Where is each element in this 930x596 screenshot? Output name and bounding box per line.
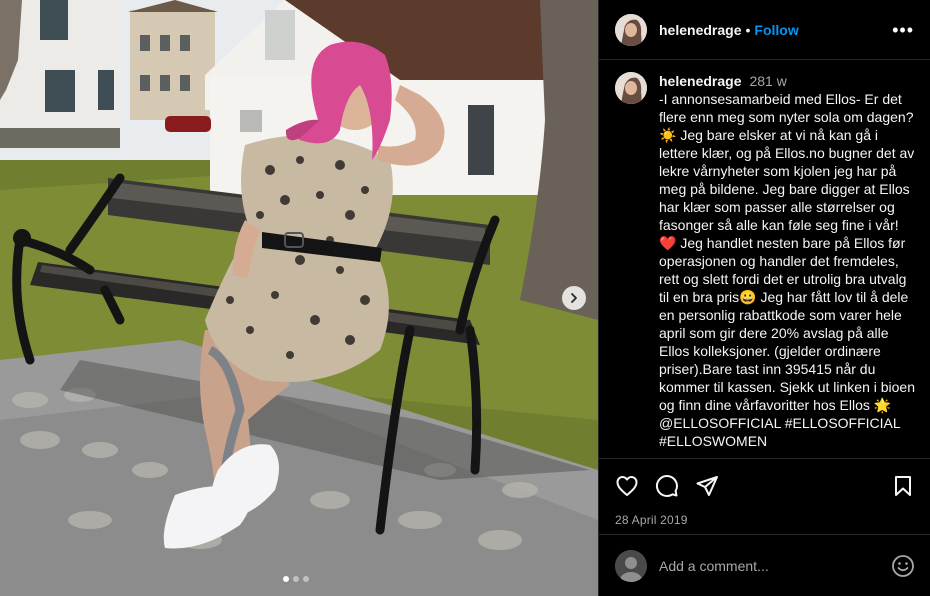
comment-icon[interactable] — [655, 474, 679, 498]
comment-input[interactable] — [659, 557, 891, 574]
chevron-right-icon — [571, 293, 577, 303]
carousel-dot — [293, 576, 299, 582]
post-date: 28 April 2019 — [615, 513, 688, 527]
post-photo[interactable] — [0, 0, 598, 596]
caption-avatar[interactable] — [615, 72, 647, 104]
profile-picture — [615, 13, 647, 46]
post-actions: 28 April 2019 — [599, 458, 930, 527]
profile-picture — [615, 72, 647, 104]
avatar[interactable] — [615, 13, 647, 46]
action-row — [615, 473, 915, 499]
bookmark-icon[interactable] — [891, 474, 915, 498]
separator-dot: • — [745, 21, 751, 38]
header-username[interactable]: helenedrage — [659, 22, 741, 38]
comment-bar — [599, 534, 930, 596]
carousel-dot — [303, 576, 309, 582]
follow-button[interactable]: Follow — [754, 22, 798, 38]
post-age: 281 w — [749, 73, 787, 89]
caption-head: helenedrage 281 w — [659, 72, 915, 90]
share-icon[interactable] — [695, 474, 719, 498]
caption-container: helenedrage 281 w -I annonsesamarbeid me… — [599, 61, 930, 457]
heart-icon[interactable] — [615, 474, 639, 498]
carousel-next-button[interactable] — [562, 286, 586, 310]
profile-picture — [615, 549, 647, 582]
carousel-indicator — [283, 576, 309, 582]
current-user-avatar — [615, 549, 647, 582]
more-options-icon[interactable]: ••• — [892, 21, 914, 39]
post-sidebar: helenedrage • Follow ••• helenedrage 281… — [598, 0, 930, 596]
caption-body: helenedrage 281 w -I annonsesamarbeid me… — [659, 72, 915, 457]
emoji-icon[interactable] — [891, 554, 915, 578]
photo-scene — [0, 0, 598, 596]
post-header: helenedrage • Follow ••• — [599, 0, 930, 60]
carousel-dot-active — [283, 576, 289, 582]
caption-text: -I annonsesamarbeid med Ellos- Er det fl… — [659, 91, 919, 449]
caption-username[interactable]: helenedrage — [659, 72, 741, 90]
